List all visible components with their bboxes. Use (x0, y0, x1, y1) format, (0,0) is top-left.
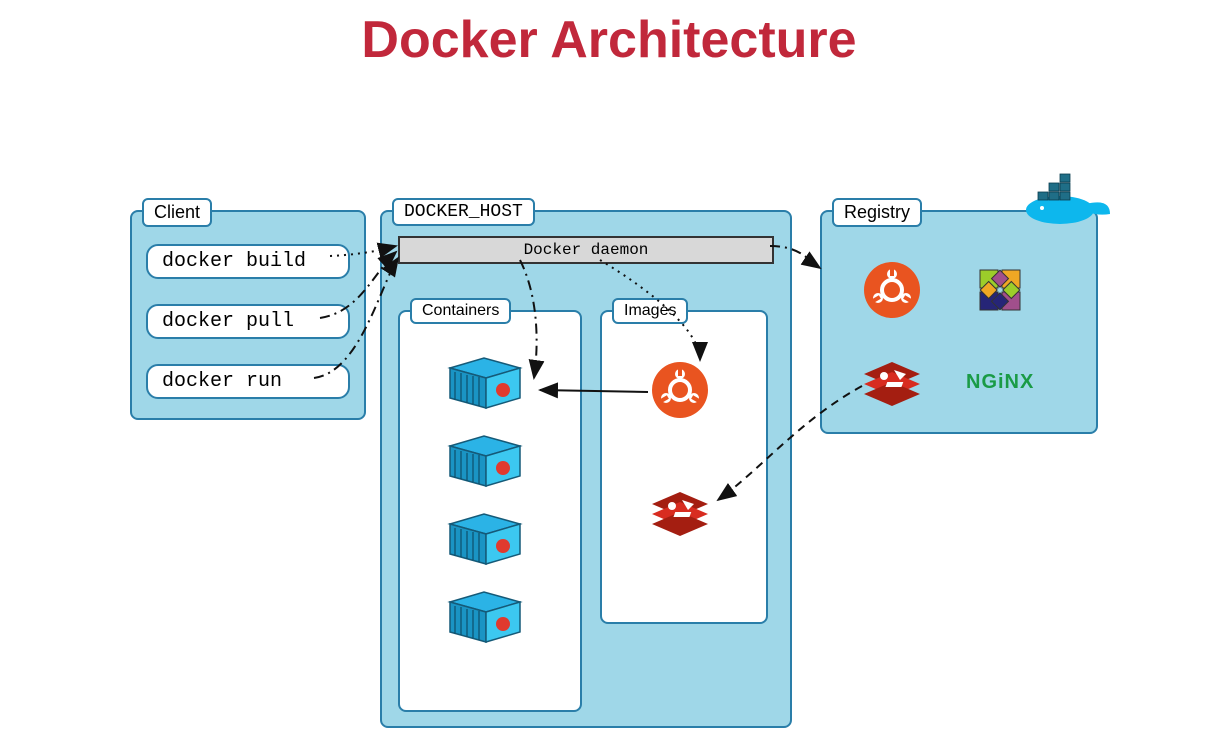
containers-box: Containers (398, 310, 582, 712)
containers-label: Containers (410, 298, 511, 324)
host-label: DOCKER_HOST (392, 198, 535, 226)
host-box: DOCKER_HOST Docker daemon Containers Ima… (380, 210, 792, 728)
cmd-docker-pull: docker pull (146, 304, 350, 339)
registry-box: Registry (820, 210, 1098, 434)
client-label: Client (142, 198, 212, 227)
registry-label: Registry (832, 198, 922, 227)
client-box: Client docker build docker pull docker r… (130, 210, 366, 420)
cmd-docker-run: docker run (146, 364, 350, 399)
page-title: Docker Architecture (0, 10, 1218, 70)
cmd-docker-build: docker build (146, 244, 350, 279)
images-label: Images (612, 298, 688, 324)
images-box: Images (600, 310, 768, 624)
docker-daemon: Docker daemon (398, 236, 774, 264)
